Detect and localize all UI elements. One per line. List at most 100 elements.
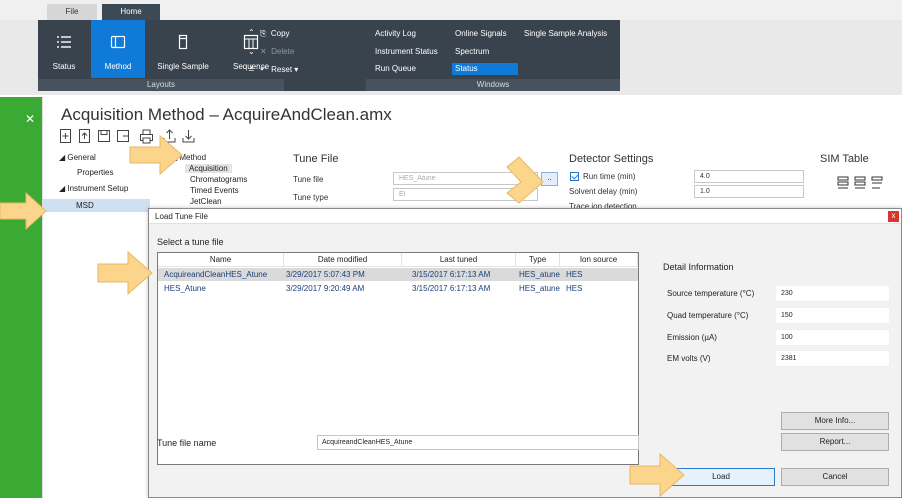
row-ion-source: HES [566,284,583,293]
column-header-last-tuned[interactable]: Last tuned [402,253,516,267]
more-info-button[interactable]: More Info... [781,412,889,430]
close-icon: ✕ [260,47,267,56]
submenu-chromatograms[interactable]: Chromatograms [190,175,247,184]
column-header-name[interactable]: Name [158,253,284,267]
reset-button[interactable]: ↶ Reset ▾ [260,65,298,74]
copy-icon: ⎘ [260,29,267,38]
tune-type-label: Tune type [293,193,329,202]
status-layout-label: Status [52,62,76,71]
column-header-date-modified[interactable]: Date modified [284,253,402,267]
tree-instrument-setup[interactable]: ◢ Instrument Setup [59,184,128,193]
sim-table-tools [837,176,883,189]
run-time-label: Run time (min) [583,172,636,181]
tab-home[interactable]: Home [102,4,160,20]
submenu-acquisition[interactable]: Acquisition [185,164,232,173]
tune-file-header: Tune File [293,153,339,165]
windows-group-label: Windows [366,79,620,91]
table-row[interactable]: HES_Atune 3/29/2017 9:20:49 AM 3/15/2017… [158,282,638,295]
em-volts-label: EM volts (V) [667,354,711,363]
sim-table-header: SIM Table [820,153,869,165]
quad-temperature-value: 150 [775,307,890,324]
single-sample-layout-label: Single Sample [157,62,209,71]
chevron-down-icon[interactable]: ⌄ [248,47,255,56]
ribbon-tab-strip: File Home [0,0,902,20]
double-chevron-icon[interactable]: ≚ [248,65,255,74]
row-last-tuned: 3/15/2017 6:17:13 AM [412,270,491,279]
detector-settings-header: Detector Settings [569,153,654,165]
chevron-up-icon[interactable]: ⌃ [248,28,255,37]
run-time-field[interactable]: 4.0 [694,170,804,183]
chevron-down-icon: ▾ [294,65,299,74]
status-window-link[interactable]: Status [452,63,518,75]
callout-arrow-icon [629,452,685,498]
dialog-title: Load Tune File [155,212,208,221]
tree-properties[interactable]: Properties [77,168,113,177]
save-icon[interactable] [97,128,111,144]
dialog-titlebar: Load Tune File x [149,209,901,224]
online-signals-link[interactable]: Online Signals [455,28,507,40]
detail-information-header: Detail Information [663,262,734,272]
cancel-button[interactable]: Cancel [781,468,889,486]
tune-file-label: Tune file [293,175,324,184]
spectrum-link[interactable]: Spectrum [455,46,489,58]
copy-button[interactable]: ⎘ Copy [260,29,290,39]
callout-arrow-icon [97,250,153,296]
emission-value: 100 [775,329,890,346]
layouts-group-label: Layouts [38,79,284,91]
vial-icon [178,34,188,50]
reset-icon: ↶ [260,65,267,74]
tree-msd[interactable]: MSD [43,199,150,212]
source-temperature-value: 230 [775,285,890,302]
row-name: AcquireandCleanHES_Atune [164,270,268,279]
close-icon[interactable]: ✕ [25,112,35,126]
new-file-icon[interactable] [59,128,73,144]
tune-file-table: Name Date modified Last tuned Type Ion s… [157,252,639,465]
single-sample-analysis-link[interactable]: Single Sample Analysis [524,28,607,40]
status-layout-button[interactable]: Status [38,20,90,78]
callout-arrow-icon [506,156,544,204]
submenu-timed-events[interactable]: Timed Events [190,186,239,195]
method-icon [110,35,126,49]
solvent-delay-field[interactable]: 1.0 [694,185,804,198]
method-layout-button[interactable]: Method [91,20,145,78]
run-time-checkbox[interactable] [570,172,579,181]
row-date-modified: 3/29/2017 9:20:49 AM [286,284,365,293]
submenu-jetclean[interactable]: JetClean [190,197,222,206]
tab-file[interactable]: File [47,4,97,20]
copy-label: Copy [270,29,290,38]
source-temperature-label: Source temperature (°C) [667,289,755,298]
method-layout-label: Method [104,62,132,71]
reset-label: Reset [271,65,293,74]
callout-arrow-icon [129,134,183,176]
delete-label: Delete [271,47,295,56]
tree-general-label: General [67,153,96,162]
list-icon [57,36,71,48]
row-date-modified: 3/29/2017 5:07:43 PM [286,270,365,279]
load-tune-file-dialog: Load Tune File x Select a tune file Name… [148,208,902,498]
report-button[interactable]: Report... [781,433,889,451]
tree-instrument-setup-label: Instrument Setup [67,184,129,193]
single-sample-layout-button[interactable]: Single Sample [155,20,211,78]
em-volts-value: 2381 [775,350,890,367]
select-tune-file-label: Select a tune file [157,237,224,247]
tree-general[interactable]: ◢ General [59,153,96,162]
column-header-ion-source[interactable]: Ion source [560,253,638,267]
run-queue-link[interactable]: Run Queue [375,63,416,75]
delete-button[interactable]: ✕ Delete [260,47,294,56]
page-title: Acquisition Method – AcquireAndClean.amx [61,105,392,124]
dialog-close-button[interactable]: x [888,211,899,222]
ribbon-home-panel: Status Method Single Sample Sequence Lay… [38,20,620,91]
column-header-type[interactable]: Type [516,253,560,267]
tune-file-name-label: Tune file name [157,438,217,448]
table-row[interactable]: AcquireandCleanHES_Atune 3/29/2017 5:07:… [158,268,638,281]
quad-temperature-label: Quad temperature (°C) [667,311,749,320]
open-file-icon[interactable] [78,128,92,144]
instrument-status-link[interactable]: Instrument Status [375,46,438,58]
row-ion-source: HES [566,270,583,279]
solvent-delay-label: Solvent delay (min) [569,187,638,196]
activity-log-link[interactable]: Activity Log [375,28,416,40]
tune-file-name-input[interactable]: AcquireandCleanHES_Atune [317,435,639,450]
emission-label: Emission (µA) [667,333,717,342]
side-green-bar [0,97,42,498]
row-type: HES_atune [519,270,560,279]
